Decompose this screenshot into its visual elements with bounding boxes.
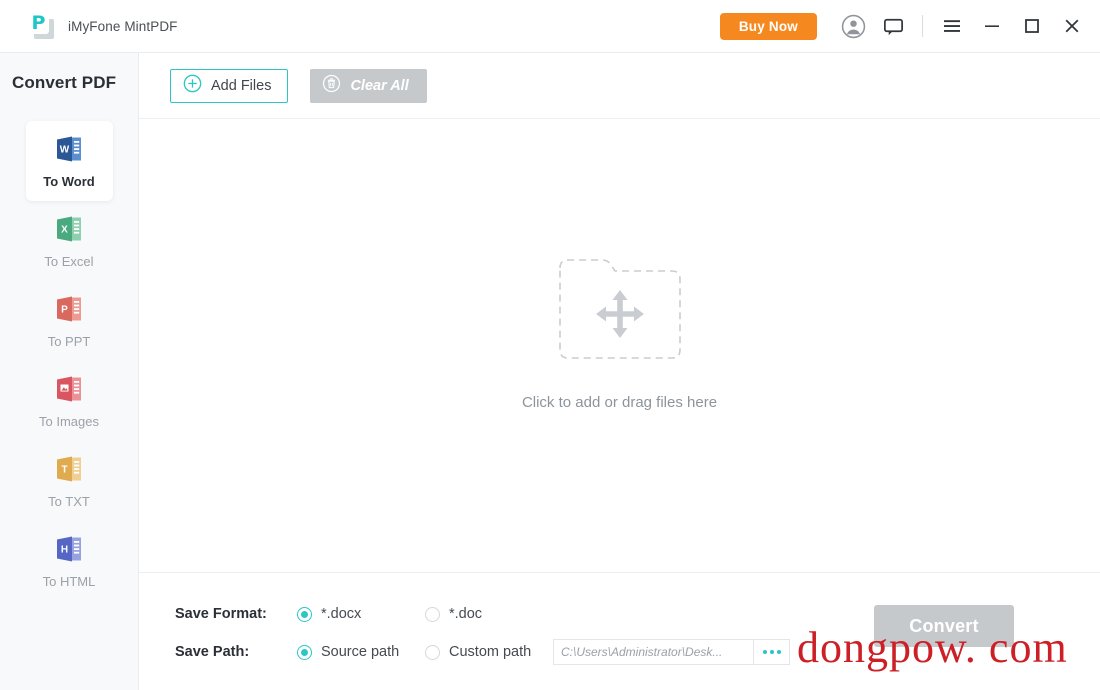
svg-text:W: W <box>60 145 70 156</box>
add-files-button[interactable]: Add Files <box>170 68 289 103</box>
radio-label: *.doc <box>449 606 483 622</box>
radio-path-source[interactable]: Source path <box>297 644 425 660</box>
ellipsis-dot-icon <box>762 650 767 654</box>
account-circle-icon[interactable] <box>833 6 873 46</box>
clear-all-button[interactable]: Clear All <box>310 68 427 103</box>
add-files-label: Add Files <box>211 77 272 94</box>
radio-dot-icon <box>425 644 440 660</box>
sidebar-item-label: To Images <box>39 414 99 429</box>
close-icon[interactable] <box>1052 6 1092 46</box>
convert-button[interactable]: Convert <box>874 605 1014 647</box>
app-logo: P <box>28 13 54 39</box>
minimize-icon[interactable] <box>972 6 1012 46</box>
titlebar-divider <box>922 15 923 37</box>
settings-footer: Save Format: *.docx *.doc Save Path: Sou… <box>139 572 1100 690</box>
sidebar-title: Convert PDF <box>12 73 117 92</box>
sidebar-item-to-txt[interactable]: T To TXT <box>26 441 113 521</box>
svg-text:P: P <box>61 305 68 316</box>
sidebar-item-to-html[interactable]: H To HTML <box>26 521 113 601</box>
feedback-bubble-icon[interactable] <box>873 6 913 46</box>
sidebar-item-to-ppt[interactable]: P To PPT <box>26 281 113 361</box>
logo-letter: P <box>28 13 49 34</box>
radio-dot-icon <box>425 606 440 622</box>
radio-path-custom[interactable]: Custom path <box>425 644 553 660</box>
ppt-file-icon: P <box>54 293 84 325</box>
ellipsis-dot-icon <box>769 650 774 654</box>
clear-all-label: Clear All <box>350 77 409 94</box>
browse-path-button[interactable] <box>753 639 790 665</box>
sidebar-item-to-word[interactable]: W To Word <box>25 121 113 201</box>
body-container: Convert PDF W To Word X To Excel P To PP… <box>0 53 1100 690</box>
sidebar-item-label: To TXT <box>48 494 90 509</box>
radio-label: Custom path <box>449 644 532 660</box>
sidebar-item-label: To Word <box>43 174 95 189</box>
sidebar-nav-list: W To Word X To Excel P To PPT To Images … <box>0 121 138 601</box>
radio-dot-icon <box>297 606 312 622</box>
dashed-folder-icon <box>558 252 682 362</box>
radio-dot-icon <box>297 644 312 660</box>
hamburger-menu-icon[interactable] <box>932 6 972 46</box>
radio-format-doc[interactable]: *.doc <box>425 606 553 622</box>
word-file-icon: W <box>54 133 84 165</box>
file-toolbar: Add Files Clear All <box>139 53 1100 119</box>
save-path-label: Save Path: <box>175 644 250 660</box>
sidebar-item-label: To Excel <box>44 254 94 269</box>
save-path-input[interactable]: C:\Users\Administrator\Desk... <box>553 639 753 665</box>
radio-format-docx[interactable]: *.docx <box>297 606 425 622</box>
excel-file-icon: X <box>54 213 84 245</box>
save-path-group: C:\Users\Administrator\Desk... <box>553 639 790 665</box>
save-format-label: Save Format: <box>175 606 267 622</box>
file-dropzone[interactable]: Click to add or drag files here <box>139 119 1100 572</box>
app-window: P iMyFone MintPDF Buy Now Convert PDF W … <box>0 0 1100 690</box>
maximize-icon[interactable] <box>1012 6 1052 46</box>
sidebar-item-label: To PPT <box>47 334 91 349</box>
image-file-icon <box>54 373 84 405</box>
dropzone-text: Click to add or drag files here <box>521 394 718 411</box>
sidebar-item-to-excel[interactable]: X To Excel <box>26 201 113 281</box>
sidebar-item-to-images[interactable]: To Images <box>26 361 113 441</box>
txt-file-icon: T <box>54 453 84 485</box>
trash-circle-icon <box>322 74 341 97</box>
main-panel: Add Files Clear All Click to add or drag… <box>139 53 1100 690</box>
ellipsis-dot-icon <box>776 650 781 654</box>
html-file-icon: H <box>54 533 84 565</box>
plus-circle-icon <box>183 74 202 97</box>
sidebar: Convert PDF W To Word X To Excel P To PP… <box>0 53 139 690</box>
svg-text:T: T <box>61 465 67 476</box>
svg-text:X: X <box>61 225 68 236</box>
sidebar-item-label: To HTML <box>42 574 96 589</box>
buy-now-button[interactable]: Buy Now <box>719 12 817 40</box>
svg-text:H: H <box>61 545 68 556</box>
title-bar: P iMyFone MintPDF Buy Now <box>0 0 1100 53</box>
radio-label: Source path <box>321 644 400 660</box>
app-title: iMyFone MintPDF <box>68 18 178 34</box>
radio-label: *.docx <box>321 606 362 622</box>
